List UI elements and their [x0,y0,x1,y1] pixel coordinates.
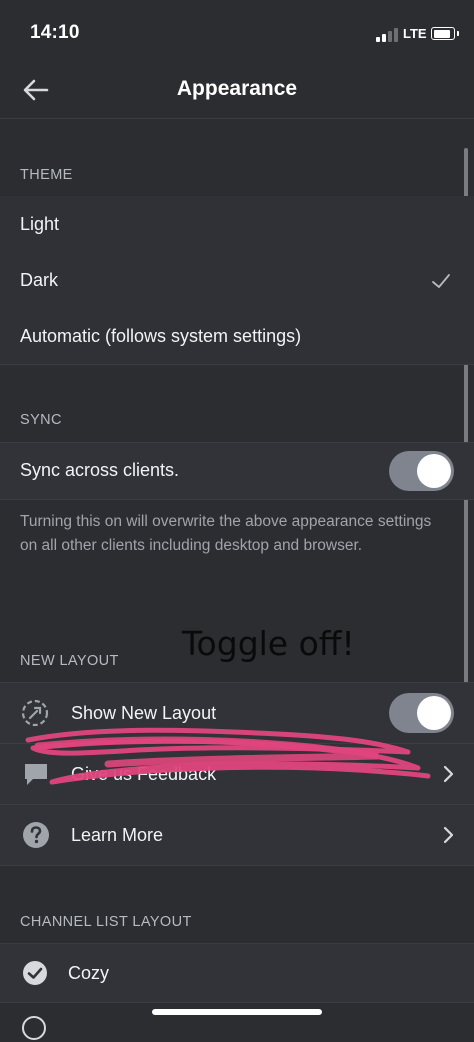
chevron-right-icon [443,826,454,844]
new-layout-section-header: NEW LAYOUT [20,653,119,669]
toggle-knob [417,696,451,730]
sync-toggle[interactable] [389,451,454,491]
divider [0,499,474,500]
divider [0,865,474,866]
channel-layout-option-cozy[interactable]: Cozy [0,944,474,1002]
toggle-knob [417,454,451,488]
sync-helper-text: Turning this on will overwrite the above… [20,513,432,554]
status-time: 14:10 [30,22,80,43]
divider [0,364,474,365]
theme-option-dark[interactable]: Dark [0,252,474,308]
show-new-layout-toggle[interactable] [389,693,454,733]
checkmark-icon [432,274,450,288]
theme-option-automatic[interactable]: Automatic (follows system settings) [0,308,474,364]
help-icon [23,822,49,848]
home-indicator[interactable] [152,1009,322,1015]
nav-bar: Appearance [0,62,474,119]
sync-section-header: SYNC [20,412,62,428]
radio-unchecked-icon[interactable] [20,1014,48,1042]
sync-label: Sync across clients. [20,460,180,480]
radio-checked-icon [23,961,47,985]
theme-option-label: Dark [20,270,59,290]
chat-bubble-icon [25,764,47,785]
sync-row: Sync across clients. [0,443,474,499]
new-layout-icon [21,699,49,727]
show-new-layout-row: Show New Layout [0,683,474,743]
show-new-layout-label: Show New Layout [71,703,217,723]
page-title: Appearance [176,77,298,100]
status-bar: 14:10 LTE [0,0,474,62]
chevron-right-icon [443,765,454,783]
divider [0,1002,474,1003]
give-feedback-label: Give us Feedback [71,764,217,784]
give-feedback-row[interactable]: Give us Feedback [0,744,474,804]
battery-icon [431,27,459,40]
channel-list-layout-section-header: CHANNEL LIST LAYOUT [20,914,192,930]
learn-more-label: Learn More [71,825,164,845]
signal-icon [376,28,398,42]
network-type: LTE [403,26,427,41]
theme-section-header: THEME [20,167,73,183]
annotation-text: Toggle off! [182,624,355,663]
channel-layout-option-label: Cozy [68,963,110,983]
theme-option-label: Light [20,214,60,234]
learn-more-row[interactable]: Learn More [0,805,474,865]
theme-option-label: Automatic (follows system settings) [20,326,302,346]
theme-option-light[interactable]: Light [0,196,474,252]
